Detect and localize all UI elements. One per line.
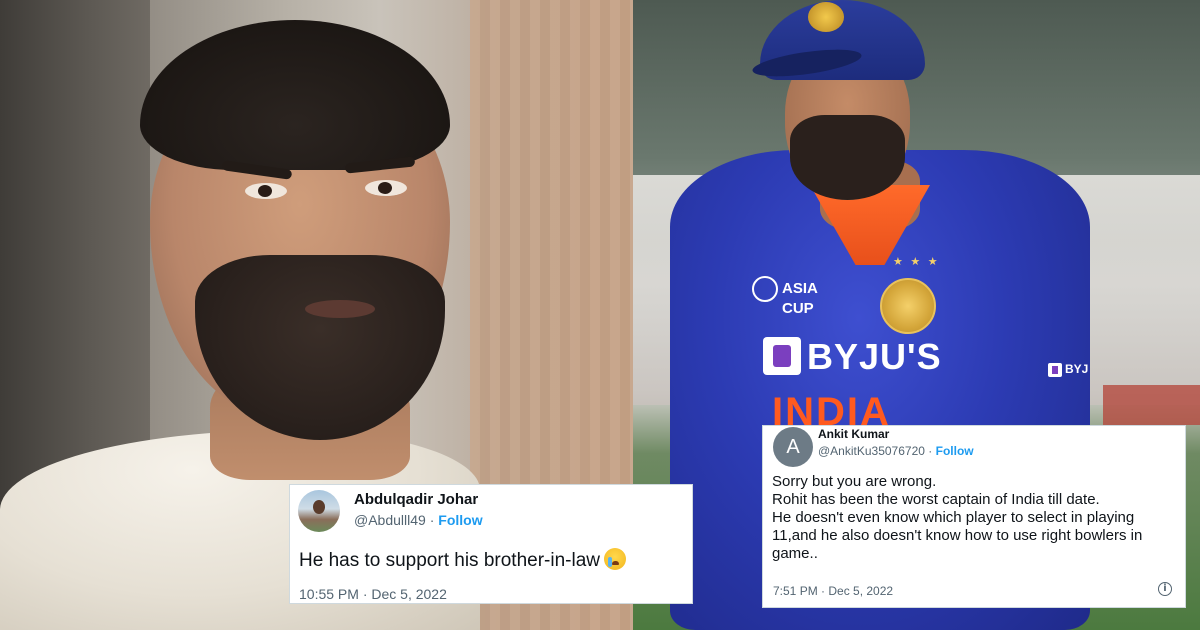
tweet-text: He has to support his brother-in-law — [299, 548, 689, 573]
loudly-crying-face-icon — [603, 548, 626, 570]
tweet-text: Sorry but you are wrong. Rohit has been … — [772, 473, 1177, 563]
avatar[interactable]: A — [773, 427, 813, 467]
tweet-text-line: He doesn't even know which player to sel… — [772, 509, 1143, 562]
tweet-timestamp[interactable]: 10:55 PM · Dec 5, 2022 — [299, 586, 447, 602]
left-eye — [245, 183, 287, 199]
tournament-logo: ASIA CUP — [752, 276, 818, 316]
tweet-author-name[interactable]: Abdulqadir Johar — [354, 491, 478, 508]
captain-beard — [790, 115, 905, 200]
tweet-text-line: Rohit has been the worst captain of Indi… — [772, 491, 1100, 508]
sleeve-sponsor: BYJ — [1048, 362, 1088, 377]
follow-button[interactable]: Follow — [438, 512, 482, 528]
tweet-text-content: He has to support his brother-in-law — [299, 550, 600, 571]
jersey-sponsor: BYJU'S — [763, 336, 942, 378]
separator-dot: · — [425, 512, 439, 528]
tournament-line2: CUP — [782, 300, 814, 317]
tweet-card-abdulqadir[interactable]: Abdulqadir Johar @Abdulll49 · Follow He … — [289, 484, 693, 604]
jersey-stars-icon: ★ ★ ★ — [893, 255, 940, 268]
cap-badge-icon — [808, 2, 844, 32]
player-hair — [140, 20, 450, 170]
avatar[interactable] — [298, 490, 340, 532]
tweet-author-handle-line: @AnkitKu35076720 · Follow — [818, 444, 974, 458]
tweet-timestamp[interactable]: 7:51 PM · Dec 5, 2022 — [773, 584, 893, 598]
separator-dot: · — [924, 444, 936, 458]
tweet-text-line: Sorry but you are wrong. — [772, 473, 937, 490]
tweet-author-handle[interactable]: @AnkitKu35076720 — [818, 444, 925, 458]
sponsor-logo-icon — [763, 337, 801, 376]
player-mouth — [305, 300, 375, 318]
sleeve-logo-icon — [1048, 362, 1062, 377]
tweet-author-handle-line: @Abdulll49 · Follow — [354, 512, 483, 528]
follow-button[interactable]: Follow — [936, 444, 974, 458]
tweet-author-handle[interactable]: @Abdulll49 — [354, 512, 426, 528]
sleeve-sponsor-text: BYJ — [1065, 362, 1089, 376]
tweet-card-ankit[interactable]: A Ankit Kumar @AnkitKu35076720 · Follow … — [762, 425, 1186, 608]
tournament-line1: ASIA — [782, 279, 818, 297]
jersey-sponsor-text: BYJU'S — [807, 336, 942, 377]
right-eye — [365, 180, 407, 196]
advertising-board — [1103, 385, 1200, 425]
info-icon[interactable]: i — [1158, 582, 1172, 596]
tournament-lion-icon — [752, 276, 778, 302]
tweet-author-name[interactable]: Ankit Kumar — [818, 427, 889, 441]
jersey-crest-icon — [880, 278, 936, 334]
